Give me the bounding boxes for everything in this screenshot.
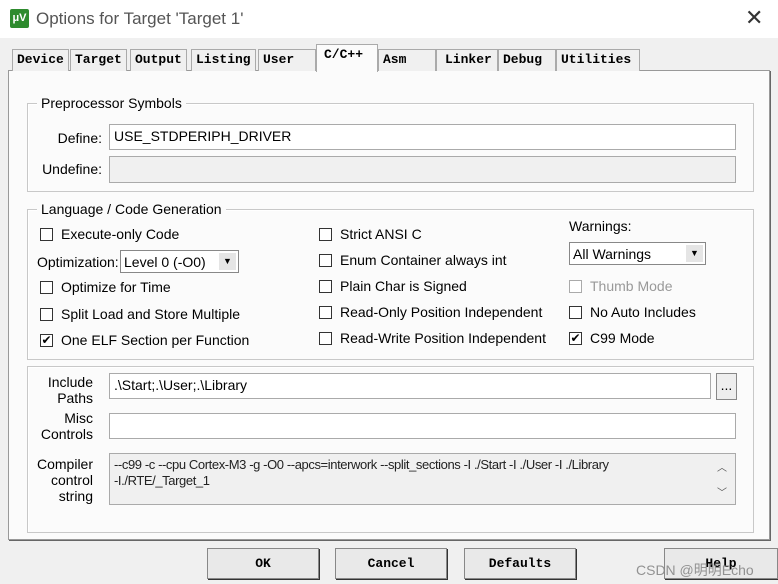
check-icon: ✔ — [569, 330, 582, 345]
tab-listing[interactable]: Listing — [191, 49, 256, 71]
tab-asm[interactable]: Asm — [378, 49, 436, 71]
ropi-checkbox[interactable]: Read-Only Position Independent — [319, 304, 542, 320]
checkbox-box — [569, 305, 582, 319]
thumb-mode-checkbox: Thumb Mode — [569, 278, 672, 294]
c99-mode-checkbox[interactable]: ✔ C99 Mode — [569, 330, 655, 346]
tab-linker[interactable]: Linker — [436, 49, 498, 71]
checkbox-box — [319, 253, 332, 267]
enum-int-label: Enum Container always int — [340, 252, 507, 268]
enum-int-checkbox[interactable]: Enum Container always int — [319, 252, 507, 268]
plain-char-label: Plain Char is Signed — [340, 278, 467, 294]
undefine-input[interactable] — [109, 156, 736, 183]
rwpi-label: Read-Write Position Independent — [340, 330, 546, 346]
scroll-down-icon[interactable]: ﹀ — [717, 484, 727, 499]
tab-output[interactable]: Output — [130, 49, 187, 71]
plain-char-checkbox[interactable]: Plain Char is Signed — [319, 278, 467, 294]
tab-utilities[interactable]: Utilities — [556, 49, 640, 71]
define-label: Define: — [57, 130, 102, 146]
define-input[interactable]: USE_STDPERIPH_DRIVER — [109, 124, 736, 150]
close-icon[interactable]: ✕ — [745, 5, 763, 31]
no-auto-includes-checkbox[interactable]: No Auto Includes — [569, 304, 696, 320]
watermark: CSDN @明明Echo — [636, 562, 754, 578]
no-auto-includes-label: No Auto Includes — [590, 304, 696, 320]
execute-only-label: Execute-only Code — [61, 226, 180, 242]
include-paths-label: Include Paths — [47, 374, 93, 406]
cancel-button[interactable]: Cancel — [335, 548, 447, 579]
tab-debug[interactable]: Debug — [498, 49, 556, 71]
checkbox-box — [319, 279, 332, 293]
checkbox-box — [569, 279, 582, 293]
thumb-mode-label: Thumb Mode — [590, 278, 673, 294]
tab-user[interactable]: User — [258, 49, 316, 71]
one-elf-label: One ELF Section per Function — [61, 332, 250, 348]
checkbox-box — [40, 280, 53, 294]
window-title: Options for Target 'Target 1' — [36, 9, 244, 28]
tab-device[interactable]: Device — [12, 49, 69, 71]
include-paths-input[interactable]: .\Start;.\User;.\Library — [109, 373, 711, 399]
checkbox-box — [319, 227, 332, 241]
strict-ansi-checkbox[interactable]: Strict ANSI C — [319, 226, 422, 242]
split-load-label: Split Load and Store Multiple — [61, 306, 240, 322]
chevron-down-icon: ▼ — [219, 253, 236, 270]
checkbox-box — [40, 307, 53, 321]
ropi-label: Read-Only Position Independent — [340, 304, 543, 320]
strict-ansi-label: Strict ANSI C — [340, 226, 422, 242]
checkbox-box — [40, 227, 53, 241]
ok-button[interactable]: OK — [207, 548, 319, 579]
misc-controls-label: Misc Controls — [40, 410, 93, 442]
checkbox-box — [319, 331, 332, 345]
rwpi-checkbox[interactable]: Read-Write Position Independent — [319, 330, 546, 346]
tab-target[interactable]: Target — [70, 49, 127, 71]
misc-controls-input[interactable] — [109, 413, 736, 439]
warnings-select[interactable]: All Warnings ▼ — [569, 242, 706, 265]
warnings-label: Warnings: — [569, 218, 632, 234]
one-elf-checkbox[interactable]: ✔ One ELF Section per Function — [40, 332, 249, 348]
execute-only-checkbox[interactable]: Execute-only Code — [40, 226, 179, 242]
compiler-control-label: Compiler control string — [36, 456, 93, 504]
codegen-title: Language / Code Generation — [37, 201, 226, 217]
optimize-time-checkbox[interactable]: Optimize for Time — [40, 279, 171, 295]
optimization-value: Level 0 (-O0) — [124, 253, 206, 270]
optimization-label: Optimization: — [37, 254, 119, 270]
keil-uvision-icon: μV — [10, 9, 29, 28]
browse-include-button[interactable]: ... — [716, 373, 737, 400]
scroll-up-icon[interactable]: ︿ — [717, 459, 727, 474]
chevron-down-icon: ▼ — [686, 245, 703, 262]
undefine-label: Undefine: — [42, 161, 102, 177]
checkbox-box — [319, 305, 332, 319]
optimization-select[interactable]: Level 0 (-O0) ▼ — [120, 250, 239, 273]
c99-mode-label: C99 Mode — [590, 330, 655, 346]
defaults-button[interactable]: Defaults — [464, 548, 576, 579]
tab-cpp[interactable]: C/C++ — [316, 44, 378, 72]
split-load-checkbox[interactable]: Split Load and Store Multiple — [40, 306, 240, 322]
check-icon: ✔ — [40, 332, 53, 347]
optimize-time-label: Optimize for Time — [61, 279, 171, 295]
compiler-control-string: --c99 -c --cpu Cortex-M3 -g -O0 --apcs=i… — [109, 453, 736, 505]
warnings-value: All Warnings — [573, 245, 652, 262]
preprocessor-title: Preprocessor Symbols — [37, 95, 186, 111]
